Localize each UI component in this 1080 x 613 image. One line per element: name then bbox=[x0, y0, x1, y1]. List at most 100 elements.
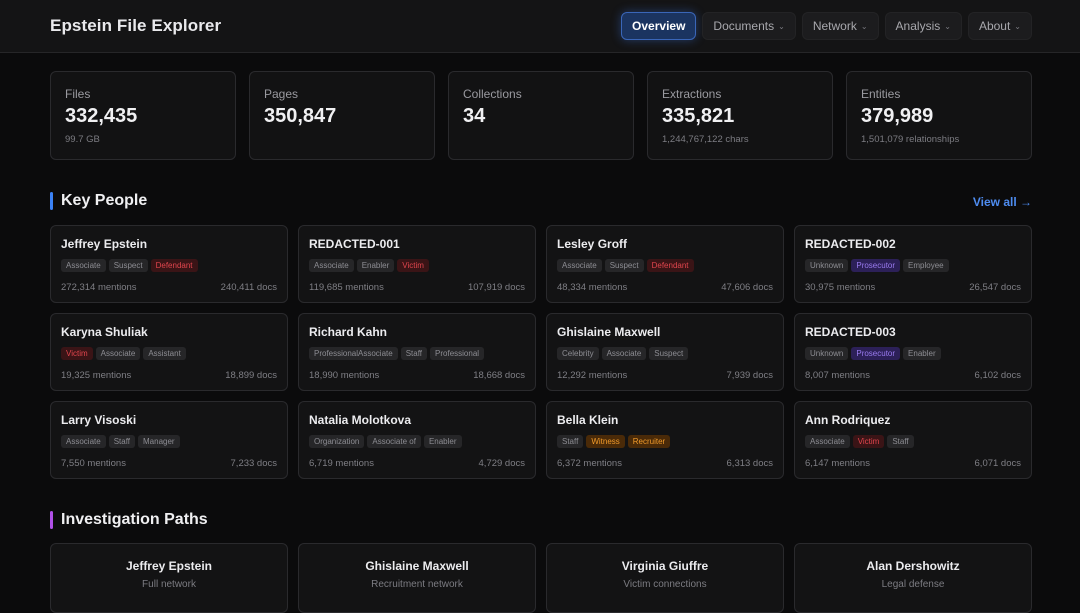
view-all-link[interactable]: View all → bbox=[973, 195, 1032, 209]
path-title: Ghislaine Maxwell bbox=[365, 559, 469, 573]
stats-row: Files 332,435 99.7 GB Pages 350,847 Collectio… bbox=[50, 71, 1032, 160]
person-name: Karyna Shuliak bbox=[61, 325, 148, 339]
path-title: Virginia Giuffre bbox=[621, 559, 709, 573]
person-stats: 6,719 mentions 4,729 docs bbox=[309, 458, 525, 469]
person-card[interactable]: REDACTED-003 Unknown Prosecutor Enabler 8,00… bbox=[794, 313, 1032, 391]
stat-subtext: 1,244,767,122 chars bbox=[662, 134, 749, 145]
person-card[interactable]: Natalia Molotkova Organization Associate o… bbox=[298, 401, 536, 479]
person-card[interactable]: Bella Klein Staff Witness Recruiter 6,372 me… bbox=[546, 401, 784, 479]
person-tags: Associate Victim Staff bbox=[805, 435, 1021, 448]
stat-label: Collections bbox=[463, 87, 522, 101]
person-card[interactable]: Jeffrey Epstein Associate Suspect Defendant… bbox=[50, 225, 288, 303]
person-name: Ghislaine Maxwell bbox=[557, 325, 661, 339]
person-name: Richard Kahn bbox=[309, 325, 388, 339]
investigation-path-card[interactable]: Alan Dershowitz Legal defense bbox=[794, 543, 1032, 613]
nav-item-about[interactable]: About ⌄ bbox=[967, 12, 1032, 40]
person-stats: 8,007 mentions 6,102 docs bbox=[805, 370, 1021, 381]
person-tags: Organization Associate of Enabler bbox=[309, 435, 525, 448]
role-tag: Victim bbox=[61, 347, 93, 360]
person-stats: 6,147 mentions 6,071 docs bbox=[805, 458, 1021, 469]
person-card[interactable]: Richard Kahn ProfessionalAssociate Staff Pr… bbox=[298, 313, 536, 391]
docs-count: 6,313 docs bbox=[726, 458, 773, 469]
key-people-grid: Jeffrey Epstein Associate Suspect Defendant… bbox=[50, 225, 1032, 479]
person-card[interactable]: Ghislaine Maxwell Celebrity Associate Suspe… bbox=[546, 313, 784, 391]
nav-item-label: Analysis bbox=[895, 19, 941, 33]
role-tag: Enabler bbox=[356, 259, 395, 272]
investigation-path-card[interactable]: Virginia Giuffre Victim connections bbox=[546, 543, 784, 613]
role-tag: Prosecutor bbox=[851, 259, 901, 272]
person-tags: Victim Associate Assistant bbox=[61, 347, 277, 360]
docs-count: 240,411 docs bbox=[220, 282, 277, 293]
key-people-title: Key People bbox=[61, 192, 148, 209]
stat-card-extractions[interactable]: Extractions 335,821 1,244,767,122 chars bbox=[647, 71, 833, 160]
person-name: REDACTED-003 bbox=[805, 325, 896, 339]
stat-card-entities[interactable]: Entities 379,989 1,501,079 relationships bbox=[846, 71, 1032, 160]
mentions-count: 6,147 mentions bbox=[805, 458, 870, 469]
mentions-count: 18,990 mentions bbox=[309, 370, 380, 381]
mentions-count: 19,325 mentions bbox=[61, 370, 132, 381]
stat-card-files[interactable]: Files 332,435 99.7 GB bbox=[50, 71, 236, 160]
docs-count: 47,606 docs bbox=[721, 282, 773, 293]
nav-item-network[interactable]: Network ⌄ bbox=[801, 12, 879, 40]
stat-card-collections[interactable]: Collections 34 bbox=[448, 71, 634, 160]
nav-item-overview[interactable]: Overview bbox=[621, 12, 697, 40]
person-card[interactable]: Larry Visoski Associate Staff Manager 7,550 … bbox=[50, 401, 288, 479]
person-card[interactable]: Ann Rodriquez Associate Victim Staff 6,147 m… bbox=[794, 401, 1032, 479]
person-name: REDACTED-002 bbox=[805, 237, 896, 251]
path-subtitle: Recruitment network bbox=[371, 579, 463, 590]
nav-item-label: Overview bbox=[632, 19, 686, 33]
role-tag: Victim bbox=[852, 435, 885, 448]
mentions-count: 6,719 mentions bbox=[309, 458, 374, 469]
docs-count: 7,233 docs bbox=[230, 458, 277, 469]
role-tag: Employee bbox=[903, 259, 949, 272]
person-card[interactable]: Lesley Groff Associate Suspect Defendant 48,… bbox=[546, 225, 784, 303]
person-stats: 119,685 mentions 107,919 docs bbox=[309, 282, 525, 293]
role-tag: Associate bbox=[805, 435, 850, 448]
investigation-paths-title: Investigation Paths bbox=[61, 511, 208, 528]
role-tag: Prosecutor bbox=[851, 347, 901, 360]
role-tag: Associate bbox=[61, 259, 106, 272]
nav-item-label: Network bbox=[812, 19, 857, 33]
docs-count: 18,668 docs bbox=[473, 370, 525, 381]
stat-label: Extractions bbox=[662, 87, 722, 101]
path-subtitle: Full network bbox=[142, 579, 196, 590]
person-name: Ann Rodriquez bbox=[805, 413, 891, 427]
role-tag: Unknown bbox=[805, 347, 849, 360]
mentions-count: 6,372 mentions bbox=[557, 458, 622, 469]
person-card[interactable]: REDACTED-001 Associate Enabler Victim 119,68… bbox=[298, 225, 536, 303]
role-tag: Victim bbox=[397, 259, 429, 272]
investigation-path-card[interactable]: Ghislaine Maxwell Recruitment network bbox=[298, 543, 536, 613]
investigation-path-card[interactable]: Jeffrey Epstein Full network bbox=[50, 543, 288, 613]
stat-card-pages[interactable]: Pages 350,847 bbox=[249, 71, 435, 160]
app-title[interactable]: Epstein File Explorer bbox=[50, 16, 221, 36]
role-tag: Staff bbox=[557, 435, 584, 448]
chevron-down-icon: ⌄ bbox=[860, 21, 868, 31]
stat-subtext: 1,501,079 relationships bbox=[861, 134, 960, 145]
person-tags: Celebrity Associate Suspect bbox=[557, 347, 773, 360]
path-title: Jeffrey Epstein bbox=[125, 559, 213, 573]
section-accent-bar bbox=[50, 511, 53, 529]
role-tag: Witness bbox=[586, 435, 625, 448]
stat-label: Pages bbox=[264, 87, 299, 101]
role-tag: Enabler bbox=[903, 347, 941, 360]
key-people-heading: Key People bbox=[50, 192, 147, 210]
person-name: Jeffrey Epstein bbox=[61, 237, 148, 251]
nav-item-documents[interactable]: Documents ⌄ bbox=[702, 12, 796, 40]
person-card[interactable]: Karyna Shuliak Victim Associate Assistant 19… bbox=[50, 313, 288, 391]
nav-item-analysis[interactable]: Analysis ⌄ bbox=[884, 12, 962, 40]
person-stats: 30,975 mentions 26,547 docs bbox=[805, 282, 1021, 293]
role-tag: Associate bbox=[95, 347, 141, 360]
nav-item-label: About bbox=[978, 19, 1011, 33]
role-tag: Organization bbox=[309, 435, 365, 448]
role-tag: Suspect bbox=[604, 259, 644, 272]
role-tag: Staff bbox=[400, 347, 428, 360]
investigation-paths-grid: Jeffrey Epstein Full network Ghislaine Max… bbox=[50, 543, 1032, 613]
role-tag: Staff bbox=[887, 435, 914, 448]
role-tag: Associate bbox=[557, 259, 602, 272]
person-stats: 18,990 mentions 18,668 docs bbox=[309, 370, 525, 381]
docs-count: 18,899 docs bbox=[225, 370, 277, 381]
investigation-paths-heading: Investigation Paths bbox=[50, 511, 208, 529]
person-card[interactable]: REDACTED-002 Unknown Prosecutor Employee 30,… bbox=[794, 225, 1032, 303]
docs-count: 7,939 docs bbox=[726, 370, 773, 381]
mentions-count: 8,007 mentions bbox=[805, 370, 870, 381]
